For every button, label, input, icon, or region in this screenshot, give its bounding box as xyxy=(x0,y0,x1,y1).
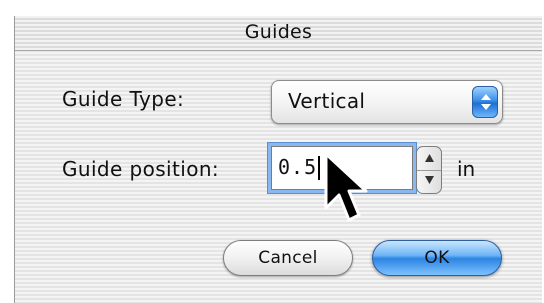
guide-type-label: Guide Type: xyxy=(62,87,185,111)
popup-up-down-arrows-icon xyxy=(472,86,498,118)
cancel-button[interactable]: Cancel xyxy=(223,240,353,276)
guides-dialog: Guides Guide Type: Vertical Guide positi… xyxy=(14,16,542,303)
stepper-up-arrow-icon xyxy=(425,154,434,162)
mouse-pointer-icon xyxy=(324,152,368,222)
guide-position-unit: in xyxy=(457,157,476,181)
guide-position-label: Guide position: xyxy=(62,157,220,181)
guide-position-stepper[interactable] xyxy=(416,146,442,194)
ok-button[interactable]: OK xyxy=(372,240,502,276)
guide-position-value: 0.5 xyxy=(278,155,318,179)
stepper-down-arrow-icon xyxy=(425,176,434,184)
title-bar[interactable]: Guides xyxy=(15,16,542,51)
stepper-up-button[interactable] xyxy=(417,147,441,171)
stepper-down-button[interactable] xyxy=(417,170,441,193)
guide-type-popup[interactable]: Vertical xyxy=(271,80,503,124)
guide-type-value: Vertical xyxy=(288,89,366,113)
dialog-title: Guides xyxy=(244,21,313,43)
